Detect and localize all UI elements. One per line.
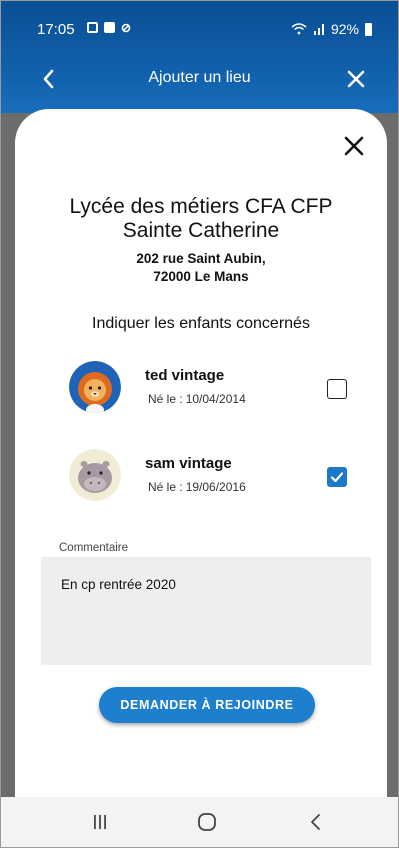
status-right: 92% bbox=[291, 21, 372, 37]
birthdate-value: 10/04/2014 bbox=[185, 392, 246, 406]
place-name: Lycée des métiers CFA CFP Sainte Catheri… bbox=[15, 195, 387, 243]
address-line1: 202 rue Saint Aubin, bbox=[136, 251, 266, 266]
hippo-avatar bbox=[69, 449, 121, 501]
home-icon[interactable] bbox=[192, 811, 222, 833]
phone-screen: 17:05 92% Ajouter un lieu Lycée des méti… bbox=[0, 0, 399, 848]
place-name-line1: Lycée des métiers CFA CFP bbox=[69, 195, 333, 218]
comment-label: Commentaire bbox=[59, 542, 129, 554]
battery-icon bbox=[365, 22, 372, 36]
child-birthdate: Né le :10/04/2014 bbox=[145, 392, 246, 406]
child-name: sam vintage bbox=[145, 455, 232, 472]
place-address: 202 rue Saint Aubin, 72000 Le Mans bbox=[15, 250, 387, 286]
child-row[interactable]: ted vintage Né le :10/04/2014 bbox=[15, 361, 387, 425]
child-name: ted vintage bbox=[145, 367, 225, 384]
birthdate-prefix: Né le : bbox=[148, 392, 183, 406]
link-icon bbox=[121, 23, 131, 32]
battery-percent: 92% bbox=[330, 21, 359, 37]
app-header: Ajouter un lieu bbox=[1, 59, 398, 99]
close-icon[interactable] bbox=[342, 65, 370, 93]
lion-avatar bbox=[69, 361, 121, 413]
page-title: Ajouter un lieu bbox=[148, 69, 251, 86]
message-icon bbox=[87, 22, 98, 33]
place-name-line2: Sainte Catherine bbox=[122, 219, 280, 242]
add-place-sheet: Lycée des métiers CFA CFP Sainte Catheri… bbox=[15, 109, 387, 809]
child-birthdate: Né le :19/06/2016 bbox=[145, 480, 246, 494]
address-line2: 72000 Le Mans bbox=[153, 269, 249, 284]
signal-icon bbox=[313, 24, 324, 35]
system-nav-bar bbox=[1, 797, 398, 847]
child-row[interactable]: sam vintage Né le :19/06/2016 bbox=[15, 449, 387, 513]
status-time: 17:05 bbox=[37, 21, 75, 38]
close-icon[interactable] bbox=[343, 135, 365, 157]
wifi-icon bbox=[291, 23, 307, 35]
child-checkbox[interactable] bbox=[327, 467, 347, 487]
back-icon[interactable] bbox=[301, 811, 331, 833]
status-bar: 17:05 92% bbox=[1, 1, 398, 51]
recent-apps-icon[interactable] bbox=[85, 811, 115, 833]
birthdate-prefix: Né le : bbox=[148, 480, 183, 494]
birthdate-value: 19/06/2016 bbox=[185, 480, 246, 494]
child-checkbox[interactable] bbox=[327, 379, 347, 399]
checkmark-icon bbox=[330, 472, 344, 483]
join-request-button[interactable]: DEMANDER À REJOINDRE bbox=[99, 687, 315, 723]
children-section-title: Indiquer les enfants concernés bbox=[92, 315, 310, 332]
image-icon bbox=[104, 22, 115, 33]
comment-field[interactable]: En cp rentrée 2020 bbox=[41, 557, 371, 665]
notification-icons bbox=[87, 22, 131, 33]
